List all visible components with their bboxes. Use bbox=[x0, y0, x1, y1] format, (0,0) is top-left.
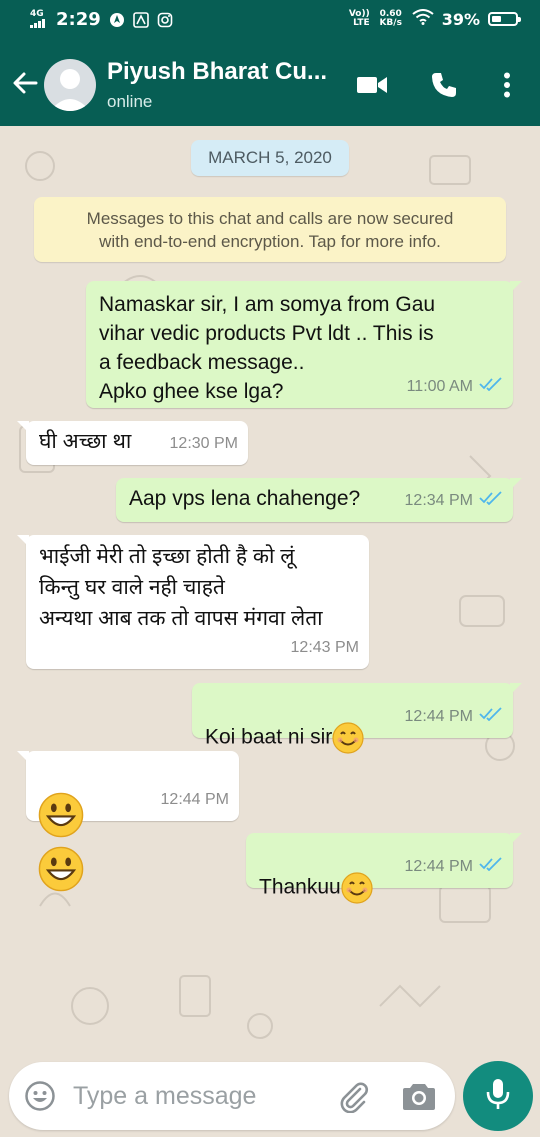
attach-icon[interactable] bbox=[335, 1078, 371, 1114]
encryption-notice-text: Messages to this chat and calls are now … bbox=[86, 209, 454, 251]
grinning-face-emoji bbox=[38, 792, 84, 838]
message-time: 12:43 PM bbox=[290, 639, 359, 656]
grinning-face-emoji bbox=[38, 846, 84, 892]
avatar[interactable] bbox=[44, 59, 96, 111]
outgoing-message[interactable]: Namaskar sir, I am somya from Gau vihar … bbox=[86, 281, 522, 408]
phone-icon[interactable] bbox=[428, 69, 460, 101]
status-bar: 4G 2:29 Vo)) LTE 0.60 KB/s 39% bbox=[0, 0, 540, 42]
contact-name[interactable]: Piyush Bharat Cu... bbox=[107, 58, 343, 86]
read-ticks-icon bbox=[479, 486, 503, 515]
microphone-icon bbox=[485, 1077, 511, 1116]
outgoing-message[interactable]: Koi baat ni sir 12:44 PM bbox=[192, 683, 522, 754]
outgoing-message[interactable]: Thankuu 12:44 PM bbox=[246, 833, 522, 904]
emoji-icon[interactable] bbox=[23, 1079, 57, 1113]
battery-icon bbox=[488, 12, 521, 26]
signal-icon: 4G bbox=[30, 9, 48, 30]
message-time: 11:00 AM bbox=[406, 378, 473, 395]
message-text: Namaskar sir, I am somya from Gau vihar … bbox=[99, 293, 436, 403]
incoming-message[interactable]: भाईजी मेरी तो इच्छा होती है को लूं किन्त… bbox=[17, 535, 369, 669]
message-time: 12:44 PM bbox=[404, 708, 473, 725]
encryption-notice[interactable]: Messages to this chat and calls are now … bbox=[34, 197, 506, 262]
date-divider: MARCH 5, 2020 bbox=[191, 140, 349, 176]
video-call-icon[interactable] bbox=[356, 69, 388, 101]
smiling-face-emoji bbox=[332, 722, 364, 754]
incoming-message[interactable]: 12:44 PM bbox=[17, 751, 239, 892]
app-notification-icon bbox=[132, 11, 149, 28]
message-time: 12:44 PM bbox=[160, 791, 229, 808]
read-ticks-icon bbox=[479, 852, 503, 881]
message-text: घी अच्छा था bbox=[39, 430, 132, 453]
back-arrow-icon[interactable] bbox=[10, 68, 40, 98]
message-time: 12:44 PM bbox=[404, 858, 473, 875]
lte-indicator: Vo)) LTE bbox=[348, 9, 370, 28]
message-input[interactable]: Type a message bbox=[9, 1062, 455, 1130]
message-text: Aap vps lena chahenge? bbox=[129, 487, 361, 510]
message-text: भाईजी मेरी तो इच्छा होती है को लूं किन्त… bbox=[39, 545, 323, 630]
nav-icon bbox=[109, 12, 125, 28]
network-speed: 0.60 KB/s bbox=[379, 9, 402, 28]
smiling-face-emoji bbox=[341, 872, 373, 904]
battery-percent: 39% bbox=[441, 9, 480, 29]
camera-icon[interactable] bbox=[401, 1079, 437, 1113]
instagram-icon bbox=[157, 12, 173, 28]
clock: 2:29 bbox=[56, 9, 101, 30]
voice-message-button[interactable] bbox=[463, 1061, 533, 1131]
more-options-icon[interactable] bbox=[492, 69, 522, 101]
read-ticks-icon bbox=[479, 702, 503, 731]
message-input-placeholder: Type a message bbox=[73, 1082, 257, 1110]
contact-status: online bbox=[107, 92, 153, 111]
message-time: 12:30 PM bbox=[169, 435, 238, 452]
message-composer: Type a message bbox=[0, 1061, 540, 1137]
message-text: Koi baat ni sir bbox=[205, 725, 333, 749]
chat-header: Piyush Bharat Cu... online bbox=[0, 42, 540, 126]
wifi-icon bbox=[412, 9, 434, 29]
chat-area[interactable]: MARCH 5, 2020 Messages to this chat and … bbox=[0, 126, 540, 1061]
incoming-message[interactable]: घी अच्छा था 12:30 PM bbox=[17, 421, 248, 465]
read-ticks-icon bbox=[479, 372, 503, 401]
message-time: 12:34 PM bbox=[404, 492, 473, 509]
message-text: Thankuu bbox=[259, 875, 341, 899]
outgoing-message[interactable]: Aap vps lena chahenge? 12:34 PM bbox=[116, 478, 522, 522]
